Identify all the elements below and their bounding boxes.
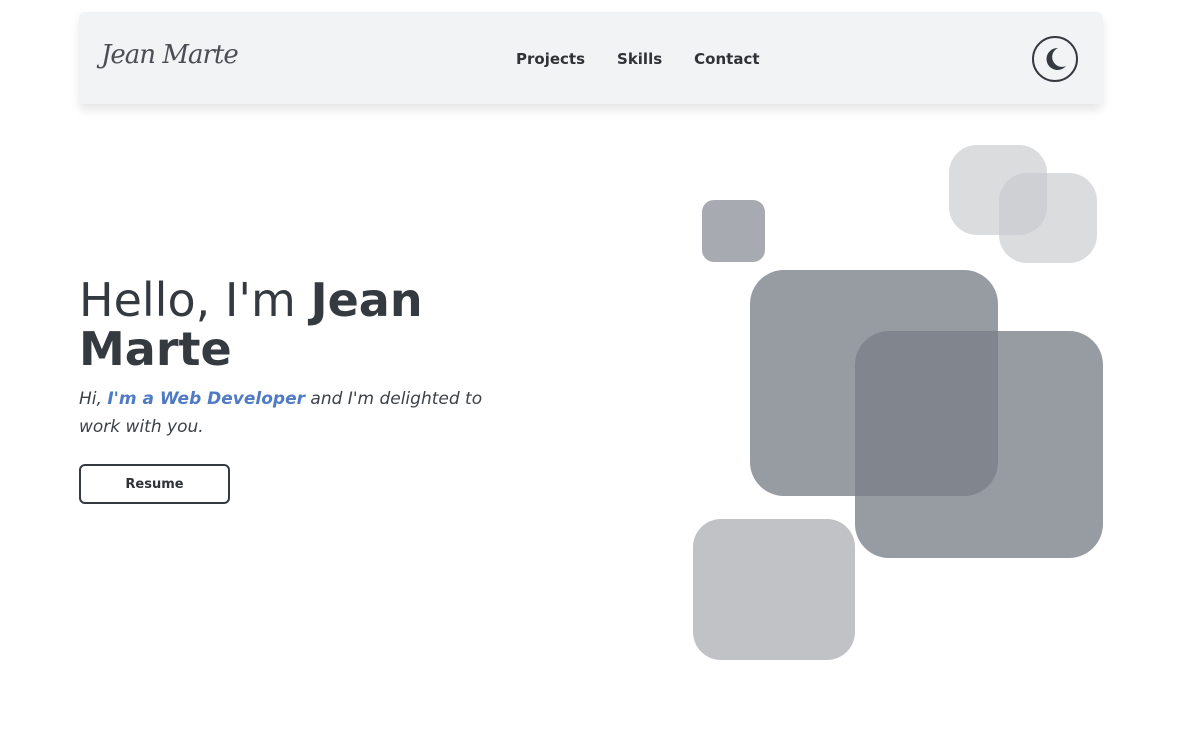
- brand-logo[interactable]: Jean Marte: [101, 40, 239, 70]
- hero-title-prefix: Hello, I'm: [79, 273, 311, 327]
- resume-button[interactable]: Resume: [79, 464, 230, 504]
- shape-small-square: [702, 200, 765, 262]
- nav-link-projects[interactable]: Projects: [516, 50, 585, 68]
- theme-toggle-button[interactable]: [1032, 36, 1078, 82]
- hero-subtitle-accent: I'm a Web Developer: [107, 389, 306, 409]
- navbar: Jean Marte Projects Skills Contact: [79, 12, 1103, 104]
- shape-bottom-left: [693, 519, 855, 660]
- hero-subtitle: Hi, I'm a Web Developer and I'm delighte…: [79, 385, 509, 441]
- hero-title: Hello, I'm Jean Marte: [79, 276, 499, 374]
- decorative-shapes: [693, 145, 1103, 660]
- moon-icon: [1046, 47, 1066, 70]
- nav-link-contact[interactable]: Contact: [694, 50, 759, 68]
- hero-subtitle-intro: Hi,: [79, 389, 108, 409]
- shape-large-right: [855, 331, 1103, 558]
- shape-top-right-b: [999, 173, 1097, 263]
- nav-links: Projects Skills Contact: [516, 50, 760, 68]
- nav-link-skills[interactable]: Skills: [617, 50, 662, 68]
